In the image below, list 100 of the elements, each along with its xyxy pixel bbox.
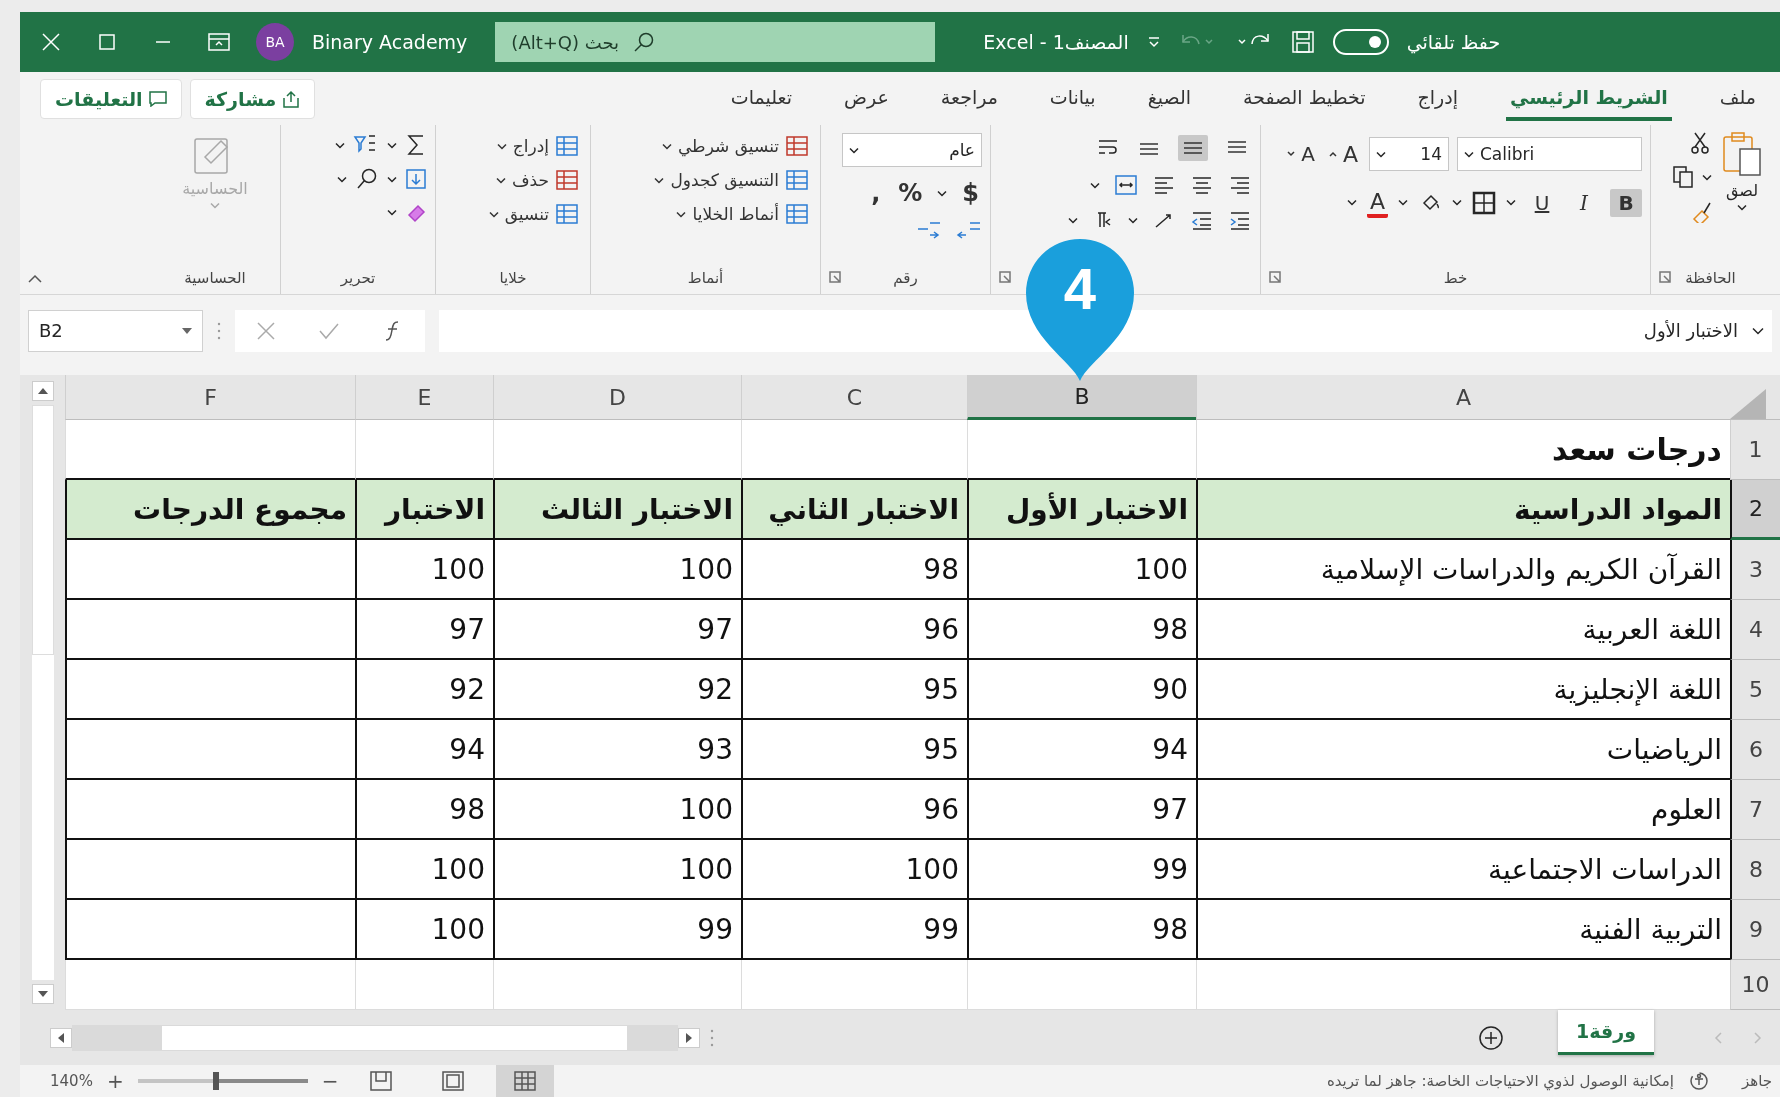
column-header[interactable]: D [493, 375, 741, 420]
caret-icon[interactable] [1464, 150, 1474, 158]
sheet-tab[interactable]: ورقة1 [1558, 1010, 1654, 1055]
find-icon[interactable] [355, 167, 379, 191]
dropdown-icon[interactable] [182, 327, 192, 334]
column-header[interactable]: B [967, 375, 1196, 420]
scroll-left-icon[interactable] [58, 1032, 64, 1043]
column-header[interactable]: E [355, 375, 493, 420]
cut-icon[interactable] [1690, 131, 1712, 155]
styles-command[interactable]: أنماط الخلايا [673, 201, 812, 227]
caret-icon[interactable] [1398, 199, 1408, 206]
font-style-button[interactable]: I [1568, 188, 1600, 217]
fill-down-icon[interactable] [405, 168, 427, 190]
paste-button[interactable]: لصق [1722, 131, 1762, 211]
increase-decimal-icon[interactable] [956, 219, 982, 241]
cells-command[interactable]: تنسيق [485, 201, 582, 227]
row-header[interactable]: 3 [1730, 540, 1780, 600]
restore-icon[interactable] [98, 33, 116, 51]
caret-icon[interactable] [1376, 150, 1386, 158]
caret-icon[interactable] [676, 210, 687, 218]
caret-icon[interactable] [654, 176, 665, 184]
copy-icon[interactable] [1672, 165, 1694, 189]
font-style-button[interactable]: U [1526, 188, 1558, 217]
increase-indent-icon[interactable] [1228, 209, 1252, 231]
grid-icon[interactable] [514, 1071, 537, 1091]
dialog-launcher-icon[interactable] [829, 271, 841, 283]
cells-command[interactable]: إدراج [493, 133, 582, 159]
horizontal-scrollbar[interactable] [50, 1024, 700, 1051]
caret-icon[interactable] [387, 175, 397, 183]
comment-icon[interactable] [148, 90, 167, 107]
caret-icon[interactable] [387, 208, 397, 216]
zoom-in-button[interactable]: + [106, 1069, 124, 1093]
accessibility-status[interactable]: إمكانية الوصول لذوي الاحتياجات الخاصة: جاهز لما تريده [1326, 1072, 1674, 1090]
customize-icon[interactable] [1146, 35, 1161, 49]
zoom-out-button[interactable]: − [321, 1069, 339, 1093]
font-size-field[interactable]: 14 [1369, 137, 1449, 171]
scroll-down-icon[interactable] [37, 991, 48, 997]
ribbon-tab[interactable]: الشريط الرئيسي [1506, 76, 1672, 121]
column-header[interactable]: A [1196, 375, 1730, 420]
formula-input[interactable]: الاختبار الأول [439, 309, 1772, 352]
scroll-up-icon[interactable] [37, 388, 48, 394]
caret-icon[interactable] [337, 175, 347, 183]
caret-icon[interactable] [1452, 199, 1462, 206]
search-field[interactable]: بحث (Alt+Q) [495, 22, 936, 62]
scroll-thumb[interactable] [162, 1025, 627, 1050]
caret-icon[interactable] [387, 141, 397, 149]
font-name-field[interactable]: Calibri [1457, 137, 1642, 171]
row-header[interactable]: 10 [1730, 960, 1780, 1010]
column-header[interactable]: C [741, 375, 967, 420]
expand-icon[interactable] [1752, 326, 1764, 335]
caret-icon[interactable] [495, 176, 506, 184]
row-header[interactable]: 4 [1730, 600, 1780, 660]
row-header[interactable]: 6 [1730, 720, 1780, 780]
ribbon-tab[interactable]: إدراج [1413, 76, 1463, 121]
slider-thumb[interactable] [212, 1072, 219, 1090]
font-style-button[interactable]: B [1610, 188, 1642, 217]
number-format-button[interactable]: $ [959, 177, 982, 209]
dialog-launcher-icon[interactable] [1269, 271, 1281, 283]
row-header[interactable]: 7 [1730, 780, 1780, 840]
dialog-launcher-icon[interactable] [1659, 271, 1671, 283]
ribbon-tab[interactable]: مراجعة [936, 76, 1002, 121]
scroll-thumb[interactable] [31, 405, 54, 655]
caret-icon[interactable] [1068, 216, 1078, 224]
align-center-icon[interactable] [1190, 174, 1214, 196]
view-button[interactable] [496, 1065, 555, 1097]
caret-icon[interactable] [1506, 199, 1516, 206]
user-avatar[interactable]: BA [256, 23, 294, 61]
increase-font-button[interactable]: A [1325, 139, 1361, 169]
caret-icon[interactable] [1737, 204, 1747, 211]
caret-icon[interactable] [488, 210, 499, 218]
decrease-indent-icon[interactable] [1190, 209, 1214, 231]
number-format-field[interactable]: عام [842, 133, 982, 167]
row-header[interactable]: 5 [1730, 660, 1780, 720]
zoom-level[interactable]: 140% [50, 1072, 93, 1090]
scroll-right-icon[interactable] [686, 1032, 692, 1043]
ribbon-tab[interactable]: تخطيط الصفحة [1239, 76, 1370, 121]
ribbon-tab[interactable]: بيانات [1045, 76, 1100, 121]
row-header[interactable]: 2 [1730, 480, 1780, 540]
autosave-toggle[interactable] [1332, 29, 1389, 55]
page-break-icon[interactable] [370, 1071, 393, 1091]
share-button[interactable]: مشاركة [189, 78, 316, 119]
caret-icon[interactable] [661, 142, 672, 150]
borders-icon[interactable] [1472, 190, 1496, 215]
decrease-font-button[interactable]: A [1284, 140, 1318, 168]
caret-icon[interactable] [1702, 173, 1712, 181]
number-format-button[interactable]: , [868, 177, 884, 209]
caret-icon[interactable] [335, 141, 345, 149]
align-left-icon[interactable] [1152, 174, 1176, 196]
caret-icon[interactable] [1346, 199, 1357, 206]
ribbon-tab[interactable]: ملف [1715, 76, 1760, 121]
page-layout-icon[interactable] [442, 1071, 465, 1091]
ribbon-tab[interactable]: تعليمات [726, 76, 796, 121]
name-box[interactable]: B2 [28, 309, 203, 352]
caret-icon[interactable] [1128, 216, 1138, 224]
decrease-decimal-icon[interactable] [916, 219, 942, 241]
vertical-scrollbar[interactable] [20, 375, 65, 1010]
caret-icon[interactable] [1090, 181, 1100, 189]
close-icon[interactable] [41, 32, 61, 52]
save-icon[interactable] [1290, 30, 1315, 54]
dialog-launcher-icon[interactable] [999, 271, 1011, 283]
